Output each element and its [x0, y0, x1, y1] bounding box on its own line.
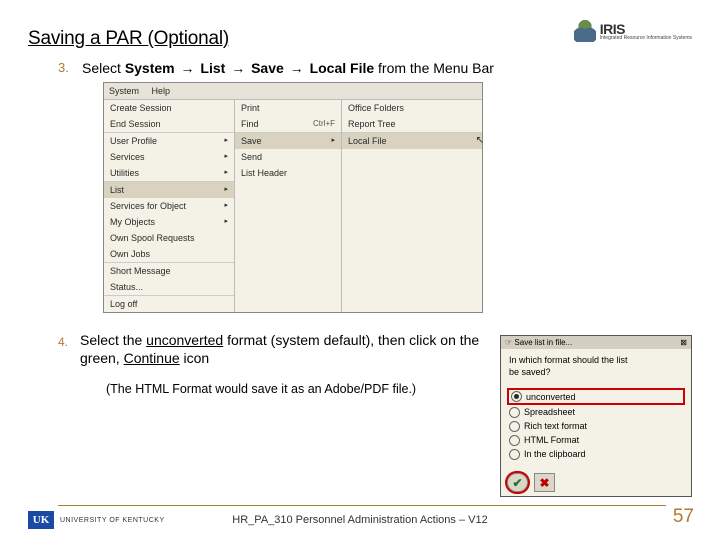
dialog-titlebar: ☞ Save list in file... ⊠ — [501, 336, 691, 349]
menu-item-reporttree[interactable]: Report Tree — [342, 116, 482, 132]
radio-icon — [509, 449, 520, 460]
menu-item[interactable]: Create Session — [104, 100, 234, 116]
submenu-level-1: Create Session End Session User Profile▸… — [104, 100, 235, 312]
radio-icon — [511, 391, 522, 402]
page-number: 57 — [673, 506, 694, 528]
menu-bar: System Help — [104, 83, 482, 100]
menu-help[interactable]: Help — [152, 86, 171, 96]
step-3: 3. Select System → List → Save → Local F… — [58, 60, 692, 76]
footer-doc-title: HR_PA_310 Personnel Administration Actio… — [232, 514, 487, 526]
menu-item[interactable]: Short Message — [104, 262, 234, 279]
kw-html-format: HTML Format — [135, 382, 212, 396]
submenu-level-2: Print FindCtrl+F Save▸ Send List Header — [235, 100, 342, 312]
kw-continue: Continue — [124, 350, 180, 366]
uk-name: UNIVERSITY OF KENTUCKY — [60, 517, 165, 524]
cursor-icon: ↖ — [476, 135, 484, 146]
step-num: 3. — [58, 60, 74, 76]
menu-item[interactable]: End Session — [104, 116, 234, 132]
step-4-text: Select the unconverted format (system de… — [80, 331, 484, 367]
menu-item-save[interactable]: Save▸ — [235, 132, 341, 149]
step-3-suffix: from the Menu Bar — [374, 60, 494, 76]
menu-item-office[interactable]: Office Folders — [342, 100, 482, 116]
dialog-buttons: ✔ ✖ — [501, 469, 691, 496]
iris-icon — [572, 18, 598, 44]
arrow-icon: → — [290, 60, 304, 76]
menu-item[interactable]: Status... — [104, 279, 234, 295]
radio-option-unconverted[interactable]: unconverted — [507, 388, 685, 405]
check-icon: ✔ — [512, 476, 522, 490]
menu-item[interactable]: My Objects▸ — [104, 214, 234, 230]
radio-option-rtf[interactable]: Rich text format — [509, 419, 683, 433]
menu-path-save: Save — [251, 60, 284, 76]
dialog-options: unconverted Spreadsheet Rich text format… — [501, 384, 691, 469]
continue-button[interactable]: ✔ — [507, 473, 528, 492]
cancel-button[interactable]: ✖ — [534, 473, 555, 492]
menu-item-send[interactable]: Send — [235, 149, 341, 165]
close-icon[interactable]: ⊠ — [680, 338, 687, 347]
radio-icon — [509, 407, 520, 418]
menu-item[interactable]: Utilities▸ — [104, 165, 234, 181]
x-icon: ✖ — [539, 476, 549, 490]
dialog-question: In which format should the list be saved… — [501, 349, 691, 384]
arrow-icon: → — [181, 60, 195, 76]
menu-system[interactable]: System — [109, 86, 139, 96]
step-3-text: Select System → List → Save → Local File… — [82, 60, 494, 76]
save-list-dialog: ☞ Save list in file... ⊠ In which format… — [500, 335, 692, 497]
menu-item[interactable]: User Profile▸ — [104, 132, 234, 149]
menu-item[interactable]: Own Jobs — [104, 246, 234, 262]
menu-item-localfile[interactable]: Local File↖ — [342, 132, 482, 149]
menu-item-find[interactable]: FindCtrl+F — [235, 116, 341, 132]
menu-item[interactable]: Services for Object▸ — [104, 198, 234, 214]
menu-item[interactable]: Services▸ — [104, 149, 234, 165]
step-4-note: (The HTML Format would save it as an Ado… — [106, 381, 484, 397]
menu-item-listheader[interactable]: List Header — [235, 165, 341, 181]
page-title: Saving a PAR (Optional) — [28, 28, 229, 50]
radio-icon — [509, 421, 520, 432]
kw-unconverted: unconverted — [146, 332, 223, 348]
radio-option-spreadsheet[interactable]: Spreadsheet — [509, 405, 683, 419]
menu-path-system: System — [125, 60, 175, 76]
iris-logo: IRIS Integrated Resource Information Sys… — [572, 18, 692, 44]
menu-item-list[interactable]: List▸ — [104, 181, 234, 198]
radio-option-clipboard[interactable]: In the clipboard — [509, 447, 683, 461]
logo-name: IRIS — [600, 22, 692, 36]
radio-icon — [509, 435, 520, 446]
dialog-title: ☞ Save list in file... — [505, 338, 572, 347]
sap-menu-screenshot: System Help Create Session End Session U… — [103, 82, 483, 313]
logo-subtitle: Integrated Resource Information Systems — [600, 36, 692, 41]
menu-item[interactable]: Log off — [104, 295, 234, 312]
menu-item-print[interactable]: Print — [235, 100, 341, 116]
menu-path-list: List — [200, 60, 225, 76]
radio-option-html[interactable]: HTML Format — [509, 433, 683, 447]
menu-item[interactable]: Own Spool Requests — [104, 230, 234, 246]
arrow-icon: → — [231, 60, 245, 76]
uk-logo: UK UNIVERSITY OF KENTUCKY — [28, 511, 165, 529]
submenu-level-3: Office Folders Report Tree Local File↖ — [342, 100, 482, 312]
step-num: 4. — [58, 335, 74, 349]
footer-divider — [58, 505, 666, 506]
uk-mark: UK — [28, 511, 54, 529]
footer: UK UNIVERSITY OF KENTUCKY HR_PA_310 Pers… — [0, 514, 720, 526]
step-3-prefix: Select — [82, 60, 125, 76]
menu-path-localfile: Local File — [310, 60, 375, 76]
